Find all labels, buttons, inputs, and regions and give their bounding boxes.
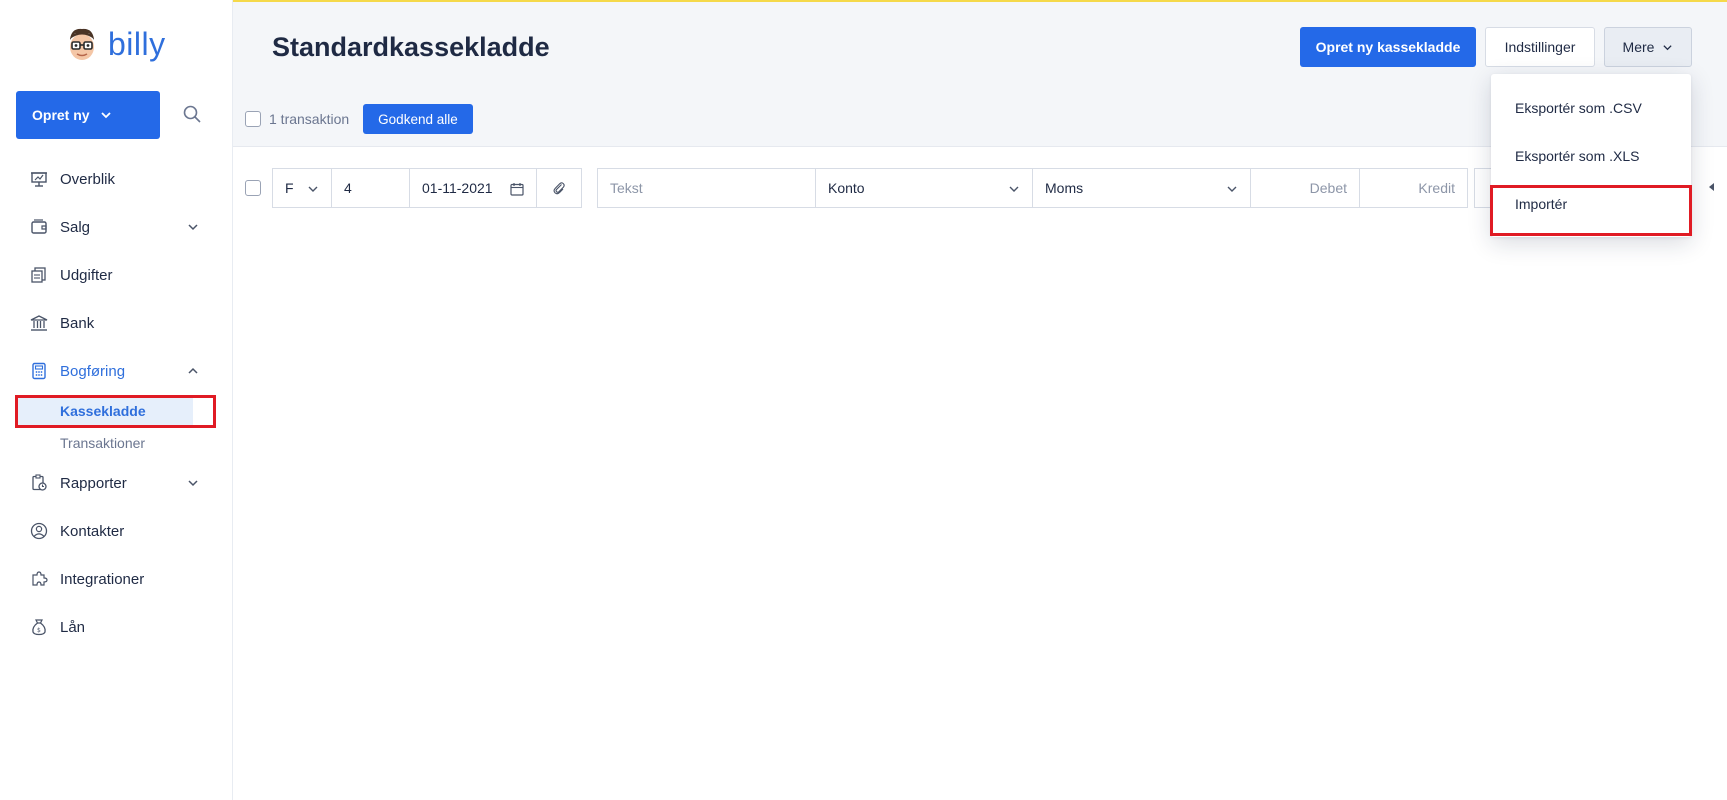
sidebar-subitem-label: Transaktioner	[60, 435, 146, 451]
sidebar-item-label: Bank	[60, 314, 95, 332]
sidebar-item-label: Rapporter	[60, 474, 127, 492]
more-button[interactable]: Mere	[1604, 27, 1692, 67]
sidebar-item-overblik[interactable]: Overblik	[0, 155, 233, 203]
attachment-button[interactable]	[536, 168, 582, 208]
contacts-icon	[30, 522, 48, 540]
sidebar-subitem-label: Kassekladde	[60, 403, 146, 419]
transaction-count: 1 transaktion	[269, 111, 350, 127]
menu-item-import[interactable]: Importér	[1491, 180, 1691, 228]
calendar-icon[interactable]	[510, 182, 524, 196]
text-input[interactable]: Tekst	[597, 168, 816, 208]
entry-type-value: F	[285, 180, 294, 196]
sidebar-item-integrationer[interactable]: Integrationer	[0, 555, 233, 603]
menu-item-export-xls[interactable]: Eksportér som .XLS	[1491, 132, 1691, 180]
create-new-button[interactable]: Opret ny	[16, 91, 160, 139]
presentation-icon	[30, 170, 48, 188]
logo[interactable]: billy	[62, 24, 166, 64]
sidebar-item-bogforing[interactable]: Bogføring	[0, 347, 233, 395]
paperclip-icon	[553, 182, 565, 195]
row-checkbox[interactable]	[245, 180, 261, 196]
chevron-down-icon	[308, 186, 318, 192]
account-placeholder: Konto	[828, 180, 865, 196]
chevron-down-icon	[1227, 186, 1237, 192]
sidebar-item-label: Integrationer	[60, 570, 145, 588]
calculator-icon	[30, 362, 48, 380]
sidebar-item-salg[interactable]: Salg	[0, 203, 233, 251]
money-bag-icon: $	[30, 618, 48, 636]
sidebar: billy Opret ny Overblik Salg Udgifter Ba…	[0, 0, 233, 800]
receipts-icon	[30, 266, 48, 284]
text-placeholder: Tekst	[610, 180, 643, 196]
sidebar-item-bank[interactable]: Bank	[0, 299, 233, 347]
new-journal-button[interactable]: Opret ny kassekladde	[1300, 27, 1476, 67]
sidebar-item-label: Lån	[60, 618, 86, 636]
entry-type-select[interactable]: F	[272, 168, 332, 208]
sidebar-subitem-transaktioner[interactable]: Transaktioner	[0, 427, 233, 459]
sidebar-subitem-kassekladde[interactable]: Kassekladde	[18, 395, 193, 427]
debit-placeholder: Debet	[1309, 180, 1347, 196]
more-dropdown-menu: Eksportér som .CSV Eksportér som .XLS Im…	[1491, 74, 1691, 237]
sidebar-item-kontakter[interactable]: Kontakter	[0, 507, 233, 555]
sidebar-item-label: Kontakter	[60, 522, 125, 540]
search-icon[interactable]	[182, 104, 202, 124]
wallet-icon	[30, 218, 48, 236]
settings-button[interactable]: Indstillinger	[1485, 27, 1595, 67]
logo-text: billy	[108, 25, 166, 62]
caret-left-icon[interactable]	[1709, 183, 1714, 191]
puzzle-icon	[30, 570, 48, 588]
sidebar-item-label: Overblik	[60, 170, 116, 188]
sidebar-item-lan[interactable]: $ Lån	[0, 603, 233, 651]
billy-face-icon	[70, 28, 94, 60]
sidebar-item-label: Bogføring	[60, 362, 126, 380]
svg-text:$: $	[37, 627, 41, 634]
report-icon	[30, 474, 48, 492]
menu-item-export-csv[interactable]: Eksportér som .CSV	[1491, 84, 1691, 132]
vat-select[interactable]: Moms	[1032, 168, 1251, 208]
vat-placeholder: Moms	[1045, 180, 1084, 196]
chevron-down-icon	[1663, 44, 1673, 50]
credit-input[interactable]: Kredit	[1359, 168, 1468, 208]
debit-input[interactable]: Debet	[1250, 168, 1360, 208]
bulk-actions-bar: 1 transaktion Godkend alle	[245, 104, 473, 134]
sidebar-nav: Overblik Salg Udgifter Bank Bogføring Ka…	[0, 155, 233, 651]
credit-placeholder: Kredit	[1418, 180, 1455, 196]
sidebar-item-rapporter[interactable]: Rapporter	[0, 459, 233, 507]
select-all-checkbox[interactable]	[245, 111, 261, 127]
create-new-label: Opret ny	[32, 107, 90, 123]
chevron-down-icon	[1009, 186, 1019, 192]
chevron-down-icon	[100, 112, 111, 119]
sidebar-item-label: Udgifter	[60, 266, 113, 284]
account-select[interactable]: Konto	[815, 168, 1033, 208]
entry-number-field[interactable]: 4	[331, 168, 410, 208]
entry-date-value: 01-11-2021	[422, 180, 493, 196]
page-title: Standardkassekladde	[272, 32, 550, 62]
bank-icon	[30, 314, 48, 332]
chevron-up-icon[interactable]	[187, 365, 199, 377]
sidebar-item-label: Salg	[60, 218, 91, 236]
entry-date-field[interactable]: 01-11-2021	[409, 168, 537, 208]
sidebar-item-udgifter[interactable]: Udgifter	[0, 251, 233, 299]
approve-all-button[interactable]: Godkend alle	[363, 104, 473, 134]
chevron-down-icon[interactable]	[187, 221, 199, 233]
entry-number-value: 4	[344, 180, 352, 196]
chevron-down-icon[interactable]	[187, 477, 199, 489]
more-button-label: Mere	[1622, 39, 1655, 55]
